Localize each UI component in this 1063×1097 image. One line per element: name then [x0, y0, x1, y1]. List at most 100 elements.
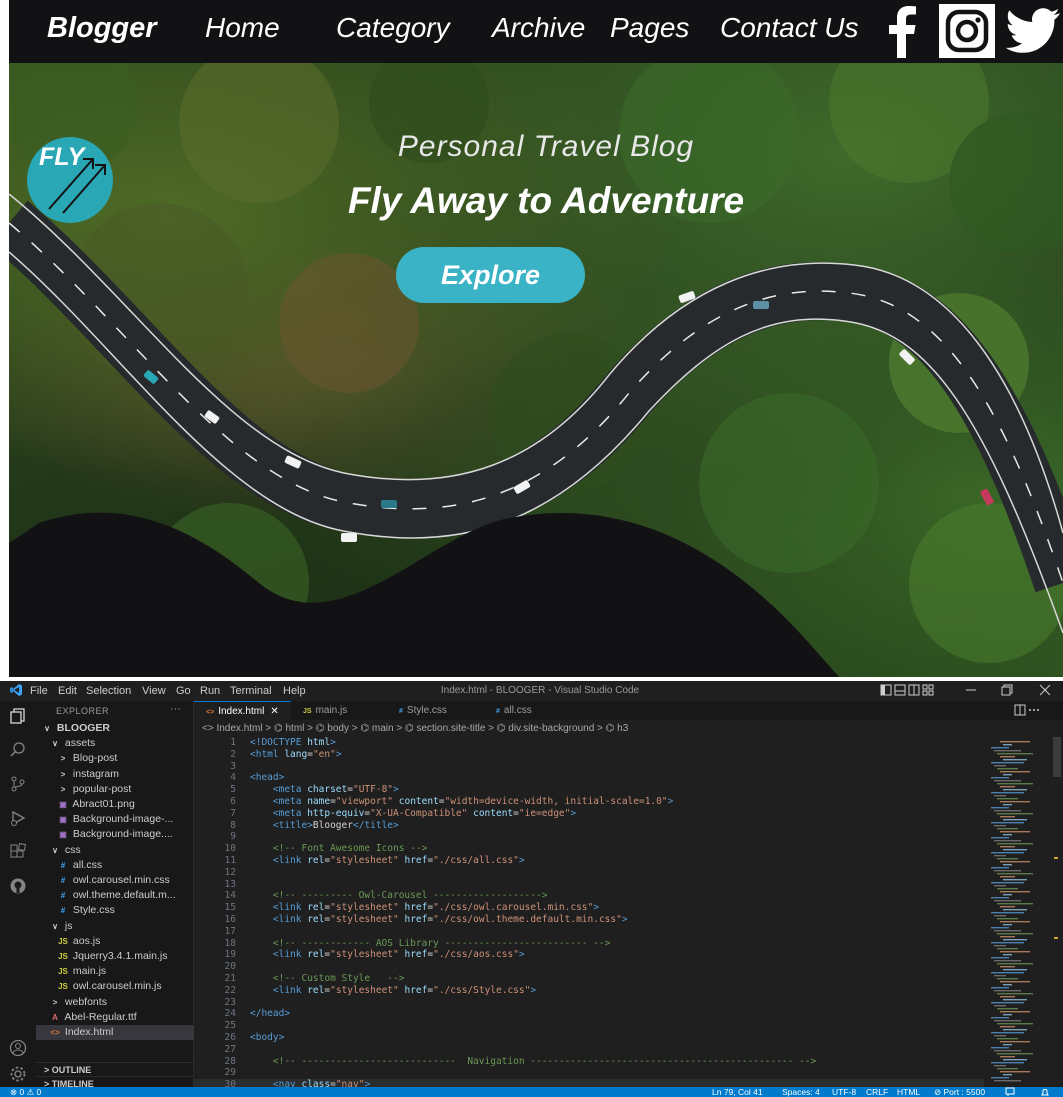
tree-item[interactable]: JS main.js — [36, 964, 194, 979]
tree-item[interactable]: # owl.theme.default.m... — [36, 888, 194, 903]
nav-link-archive[interactable]: Archive — [492, 12, 585, 44]
notifications-icon[interactable] — [1040, 1087, 1050, 1097]
nav-link-category[interactable]: Category — [336, 12, 450, 44]
menu-file[interactable]: File — [30, 685, 48, 697]
account-icon[interactable] — [9, 1039, 27, 1057]
more-actions-icon[interactable]: ··· — [170, 703, 181, 715]
tree-item[interactable]: > Blog-post — [36, 751, 194, 766]
tree-item[interactable]: ∨ assets — [36, 736, 194, 751]
github-icon[interactable] — [9, 877, 27, 895]
code-line[interactable]: 6 <meta name="viewport" content="width=d… — [194, 796, 984, 808]
tree-item[interactable]: ∨ BLOOGER — [36, 721, 194, 736]
cursor-position[interactable]: Ln 79, Col 41 — [712, 1087, 763, 1097]
editor-tab[interactable]: # Style.css — [387, 701, 484, 720]
code-line[interactable]: 24 </head> — [194, 1008, 984, 1020]
tree-item[interactable]: JS owl.carousel.min.js — [36, 979, 194, 994]
code-line[interactable]: 2 <html lang="en"> — [194, 749, 984, 761]
code-line[interactable]: 28 <!-- --------------------------- Navi… — [194, 1056, 984, 1068]
layout-panel-icon[interactable] — [880, 684, 934, 699]
feedback-icon[interactable] — [1005, 1087, 1015, 1097]
code-line[interactable]: 11 <link rel="stylesheet" href="./css/al… — [194, 855, 984, 867]
editor-scrollbar[interactable] — [1051, 737, 1063, 1087]
editor-tab[interactable]: <> Index.html ✕ — [194, 701, 291, 720]
nav-link-home[interactable]: Home — [205, 12, 280, 44]
code-view[interactable]: 1 <!DOCTYPE html> 2 <html lang="en"> 3 4 <head… — [194, 737, 984, 1087]
tree-item[interactable]: > popular-post — [36, 782, 194, 797]
close-window-icon[interactable] — [1039, 684, 1051, 699]
minimize-icon[interactable] — [965, 684, 977, 699]
nav-link-pages[interactable]: Pages — [610, 12, 689, 44]
code-line[interactable]: 16 <link rel="stylesheet" href="./css/ow… — [194, 914, 984, 926]
menu-run[interactable]: Run — [200, 685, 220, 697]
facebook-icon[interactable] — [875, 4, 929, 58]
problems-count[interactable]: ⊗ 0 ⚠ 0 — [10, 1087, 41, 1097]
code-line[interactable]: 10 <!-- Font Awesome Icons --> — [194, 843, 984, 855]
extensions-icon[interactable] — [9, 842, 27, 861]
search-icon[interactable] — [9, 741, 27, 759]
live-server-port[interactable]: ⊘ Port : 5500 — [934, 1087, 985, 1097]
code-line[interactable]: 12 — [194, 867, 984, 879]
tree-item[interactable]: A Abel-Regular.ttf — [36, 1010, 194, 1025]
twitter-icon[interactable] — [1003, 4, 1063, 58]
source-control-icon[interactable] — [9, 775, 27, 793]
tree-item[interactable]: ∨ css — [36, 843, 194, 858]
code-line[interactable]: 22 <link rel="stylesheet" href="./css/St… — [194, 985, 984, 997]
restore-icon[interactable] — [1001, 684, 1013, 699]
code-line[interactable]: 30 <nav class="nav"> — [194, 1079, 984, 1087]
tree-item[interactable]: > webfonts — [36, 995, 194, 1010]
menu-go[interactable]: Go — [176, 685, 191, 697]
breadcrumb[interactable]: <> Index.html > ⌬ html > ⌬ body > ⌬ main… — [202, 723, 628, 734]
tree-item[interactable]: > instagram — [36, 767, 194, 782]
outline-section[interactable]: > OUTLINE — [36, 1062, 194, 1076]
tree-item[interactable]: # Style.css — [36, 903, 194, 918]
menu-terminal[interactable]: Terminal — [230, 685, 272, 697]
code-line[interactable]: 7 <meta http-equiv="X-UA-Compatible" con… — [194, 808, 984, 820]
tree-item[interactable]: <> Index.html — [36, 1025, 194, 1040]
minimap[interactable] — [989, 737, 1051, 1087]
code-line[interactable]: 20 — [194, 961, 984, 973]
nav-brand[interactable]: Blogger — [47, 12, 157, 45]
code-line[interactable]: 17 — [194, 926, 984, 938]
code-line[interactable]: 15 <link rel="stylesheet" href="./css/ow… — [194, 902, 984, 914]
code-line[interactable]: 25 — [194, 1020, 984, 1032]
code-line[interactable]: 21 <!-- Custom Style --> — [194, 973, 984, 985]
tree-item[interactable]: # owl.carousel.min.css — [36, 873, 194, 888]
menu-edit[interactable]: Edit — [58, 685, 77, 697]
close-tab-icon[interactable]: ✕ — [270, 706, 278, 717]
explorer-icon[interactable] — [9, 707, 27, 725]
split-editor-icon[interactable] — [1014, 704, 1040, 719]
code-line[interactable]: 26 <body> — [194, 1032, 984, 1044]
tree-item[interactable]: # all.css — [36, 858, 194, 873]
menu-view[interactable]: View — [142, 685, 166, 697]
tree-item[interactable]: ▣ Abract01.png — [36, 797, 194, 812]
code-line[interactable]: 19 <link rel="stylesheet" href="./css/ao… — [194, 949, 984, 961]
code-line[interactable]: 9 — [194, 831, 984, 843]
tree-item[interactable]: JS Jquerry3.4.1.main.js — [36, 949, 194, 964]
code-line[interactable]: 18 <!-- ------------ AOS Library -------… — [194, 938, 984, 950]
code-line[interactable]: 29 — [194, 1067, 984, 1079]
tree-item[interactable]: JS aos.js — [36, 934, 194, 949]
editor-tab[interactable]: JS main.js — [291, 701, 387, 720]
gear-icon[interactable] — [9, 1065, 27, 1083]
language-mode[interactable]: HTML — [897, 1087, 920, 1097]
line-ending[interactable]: CRLF — [866, 1087, 888, 1097]
tree-item[interactable]: ∨ js — [36, 919, 194, 934]
indentation[interactable]: Spaces: 4 — [782, 1087, 820, 1097]
editor-tab[interactable]: # all.css — [484, 701, 581, 720]
code-line[interactable]: 27 — [194, 1044, 984, 1056]
menu-selection[interactable]: Selection — [86, 685, 131, 697]
code-line[interactable]: 14 <!-- --------- Owl-Carousel ---------… — [194, 890, 984, 902]
code-line[interactable]: 5 <meta charset="UTF-8"> — [194, 784, 984, 796]
code-line[interactable]: 1 <!DOCTYPE html> — [194, 737, 984, 749]
tree-item[interactable]: ▣ Background-image.... — [36, 827, 194, 842]
code-line[interactable]: 23 — [194, 997, 984, 1009]
code-line[interactable]: 3 — [194, 761, 984, 773]
code-line[interactable]: 4 <head> — [194, 772, 984, 784]
encoding[interactable]: UTF-8 — [832, 1087, 856, 1097]
tree-item[interactable]: ▣ Background-image-... — [36, 812, 194, 827]
code-line[interactable]: 8 <title>Blooger</title> — [194, 820, 984, 832]
explore-button[interactable]: Explore — [396, 247, 585, 303]
code-line[interactable]: 13 — [194, 879, 984, 891]
run-debug-icon[interactable] — [9, 809, 27, 827]
nav-link-contact[interactable]: Contact Us — [720, 12, 859, 44]
